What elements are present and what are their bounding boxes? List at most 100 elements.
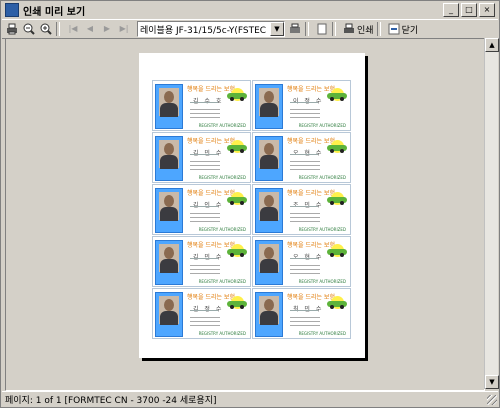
printer-setup-icon[interactable] [288, 22, 302, 36]
business-card: 행복을 드리는 보험오 현 수REGISTRY AUTHORIZED [252, 132, 351, 183]
minimize-button[interactable]: _ [443, 3, 459, 17]
card-footer-tag: REGISTRY AUTHORIZED [298, 175, 346, 180]
preview-area[interactable]: 행복을 드리는 보험김 수 호REGISTRY AUTHORIZED행복을 드리… [5, 38, 485, 391]
contact-lines [190, 265, 220, 277]
page-setup-icon[interactable] [315, 22, 329, 36]
maximize-button[interactable]: □ [461, 3, 477, 17]
contact-lines [190, 317, 220, 329]
divider [190, 310, 218, 311]
divider [290, 102, 318, 103]
profile-photo [255, 136, 283, 181]
card-footer-tag: REGISTRY AUTHORIZED [298, 331, 346, 336]
car-icon [227, 192, 247, 205]
window-title: 인쇄 미리 보기 [23, 6, 86, 18]
profile-photo [255, 292, 283, 337]
card-name: 김 민 수 [193, 254, 224, 261]
divider [190, 154, 218, 155]
window-controls: _ □ × [443, 3, 495, 17]
printer-select-value: 레이블용 JF-31/15/5c-Y(FSTEC [140, 25, 267, 36]
printer-select[interactable]: 레이블용 JF-31/15/5c-Y(FSTEC ▼ [137, 21, 285, 37]
print-preview-window: 인쇄 미리 보기 _ □ × |◀ ◀ ▶ ▶| 레이블용 JF-31/15/5… [0, 0, 500, 408]
toolbar-separator [376, 22, 381, 36]
resize-grip[interactable] [487, 395, 497, 405]
close-preview-icon [388, 23, 400, 35]
zoom-out-icon[interactable] [22, 22, 36, 36]
card-name: 오 현 수 [293, 254, 324, 261]
status-bar: 페이지: 1 of 1 [FORMTEC CN - 3700 -24 세로용지] [2, 391, 498, 406]
car-icon [227, 88, 247, 101]
profile-photo [155, 292, 183, 337]
car-icon [327, 192, 347, 205]
car-icon [227, 244, 247, 257]
zoom-in-icon[interactable] [39, 22, 53, 36]
business-card-grid: 행복을 드리는 보험김 수 호REGISTRY AUTHORIZED행복을 드리… [152, 80, 351, 339]
contact-lines [290, 213, 320, 225]
app-icon [5, 3, 19, 17]
next-page-icon[interactable]: ▶ [100, 22, 114, 36]
scroll-down-icon[interactable]: ▼ [485, 375, 499, 389]
car-icon [327, 140, 347, 153]
car-icon [227, 296, 247, 309]
card-name: 김 수 호 [193, 98, 224, 105]
card-footer-tag: REGISTRY AUTHORIZED [298, 279, 346, 284]
contact-lines [190, 161, 220, 173]
divider [190, 206, 218, 207]
contact-lines [290, 265, 320, 277]
card-footer-tag: REGISTRY AUTHORIZED [198, 123, 246, 128]
prev-page-icon[interactable]: ◀ [83, 22, 97, 36]
divider [290, 310, 318, 311]
card-footer-tag: REGISTRY AUTHORIZED [198, 227, 246, 232]
title-bar: 인쇄 미리 보기 _ □ × [2, 2, 498, 18]
divider [190, 258, 218, 259]
close-preview-label: 닫기 [401, 25, 419, 36]
contact-lines [290, 161, 320, 173]
divider [290, 258, 318, 259]
car-icon [327, 296, 347, 309]
profile-photo [155, 188, 183, 233]
card-name: 김 정 수 [193, 306, 224, 313]
close-preview-button[interactable]: 닫기 [388, 23, 419, 36]
profile-photo [255, 188, 283, 233]
card-name: 김 인 수 [193, 202, 224, 209]
print-icon [344, 23, 354, 33]
toolbar-separator [332, 22, 336, 36]
card-name: 김 민 수 [193, 150, 224, 157]
divider [290, 206, 318, 207]
card-name: 오 현 수 [293, 150, 324, 157]
print-button[interactable]: 인쇄 [343, 23, 374, 36]
divider [290, 154, 318, 155]
business-card: 행복을 드리는 보험김 민 수REGISTRY AUTHORIZED [152, 132, 251, 183]
first-page-icon[interactable]: |◀ [66, 22, 80, 36]
card-footer-tag: REGISTRY AUTHORIZED [198, 331, 246, 336]
scroll-up-icon[interactable]: ▲ [485, 38, 499, 52]
contact-lines [190, 213, 220, 225]
card-name: 최 민 수 [293, 306, 324, 313]
card-footer-tag: REGISTRY AUTHORIZED [198, 175, 246, 180]
contact-lines [290, 109, 320, 121]
profile-photo [155, 136, 183, 181]
status-text: 페이지: 1 of 1 [FORMTEC CN - 3700 -24 세로용지] [5, 395, 217, 406]
card-footer-tag: REGISTRY AUTHORIZED [298, 227, 346, 232]
business-card: 행복을 드리는 보험김 민 수REGISTRY AUTHORIZED [152, 236, 251, 287]
print-icon[interactable] [5, 22, 19, 36]
last-page-icon[interactable]: ▶| [117, 22, 131, 36]
toolbar-separator [305, 22, 309, 36]
profile-photo [255, 84, 283, 129]
close-button[interactable]: × [479, 3, 495, 17]
card-footer-tag: REGISTRY AUTHORIZED [298, 123, 346, 128]
card-name: 이 정 수 [293, 98, 324, 105]
vertical-scrollbar[interactable]: ▲ ▼ [484, 38, 499, 389]
business-card: 행복을 드리는 보험김 인 수REGISTRY AUTHORIZED [152, 184, 251, 235]
preview-page: 행복을 드리는 보험김 수 호REGISTRY AUTHORIZED행복을 드리… [139, 53, 365, 358]
business-card: 행복을 드리는 보험김 정 수REGISTRY AUTHORIZED [152, 288, 251, 339]
business-card: 행복을 드리는 보험김 수 호REGISTRY AUTHORIZED [152, 80, 251, 131]
toolbar: |◀ ◀ ▶ ▶| 레이블용 JF-31/15/5c-Y(FSTEC ▼ 인쇄 … [2, 19, 498, 39]
chevron-down-icon[interactable]: ▼ [270, 22, 284, 36]
car-icon [327, 244, 347, 257]
divider [190, 102, 218, 103]
business-card: 행복을 드리는 보험조 민 수REGISTRY AUTHORIZED [252, 184, 351, 235]
car-icon [327, 88, 347, 101]
profile-photo [155, 84, 183, 129]
profile-photo [155, 240, 183, 285]
profile-photo [255, 240, 283, 285]
